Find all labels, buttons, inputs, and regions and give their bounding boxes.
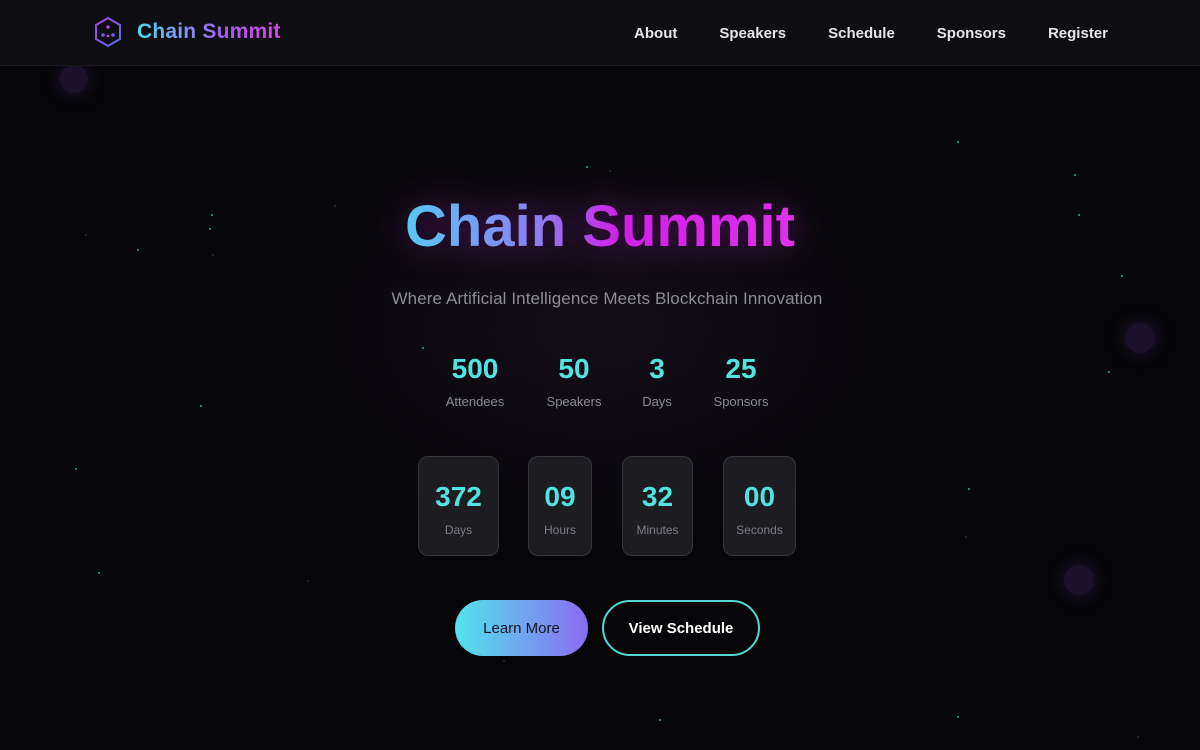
nav-register[interactable]: Register xyxy=(1048,25,1108,42)
nav-about[interactable]: About xyxy=(634,25,677,42)
hero-title: Chain Summit xyxy=(0,192,1200,262)
stat-value: 500 xyxy=(451,353,499,384)
learn-more-button[interactable]: Learn More xyxy=(455,600,588,656)
hero-title-text: Chain Summit xyxy=(405,194,795,259)
stat-sponsors: 25 Sponsors xyxy=(686,352,796,409)
countdown-days: 372 Days xyxy=(418,456,499,556)
hexagon-network-icon xyxy=(95,16,121,48)
countdown-hours: 09 Hours xyxy=(528,456,592,556)
event-stats: 500 Attendees 50 Speakers 3 Days 25 Spon… xyxy=(0,352,1200,422)
stat-attendees: 500 Attendees xyxy=(420,352,530,409)
countdown-value: 00 xyxy=(743,481,776,512)
brand-name: Chain Summit xyxy=(137,20,281,43)
countdown-timer: 372 Days 09 Hours 32 Minutes 00 Seconds xyxy=(0,456,1200,556)
countdown-label: Hours xyxy=(543,523,576,537)
stat-label: Sponsors xyxy=(713,394,769,409)
brand[interactable]: Chain Summit xyxy=(93,16,281,48)
nav-schedule[interactable]: Schedule xyxy=(828,25,895,42)
nav-sponsors[interactable]: Sponsors xyxy=(937,25,1006,42)
view-schedule-button[interactable]: View Schedule xyxy=(602,600,760,656)
countdown-label: Minutes xyxy=(636,523,679,537)
hero-section: Chain Summit Where Artificial Intelligen… xyxy=(0,66,1200,750)
nav-speakers[interactable]: Speakers xyxy=(719,25,786,42)
hero-subtitle: Where Artificial Intelligence Meets Bloc… xyxy=(391,289,823,308)
main-nav: About Speakers Schedule Sponsors Registe… xyxy=(592,0,1108,66)
countdown-minutes: 32 Minutes xyxy=(622,456,693,556)
top-navbar: Chain Summit About Speakers Schedule Spo… xyxy=(0,0,1200,66)
countdown-label: Seconds xyxy=(736,523,783,537)
countdown-value: 09 xyxy=(544,481,576,512)
stat-value: 25 xyxy=(725,353,757,384)
countdown-label: Days xyxy=(444,523,473,537)
countdown-value: 32 xyxy=(641,481,674,512)
stat-label: Attendees xyxy=(445,394,505,409)
countdown-value: 372 xyxy=(435,481,482,512)
countdown-seconds: 00 Seconds xyxy=(723,456,796,556)
